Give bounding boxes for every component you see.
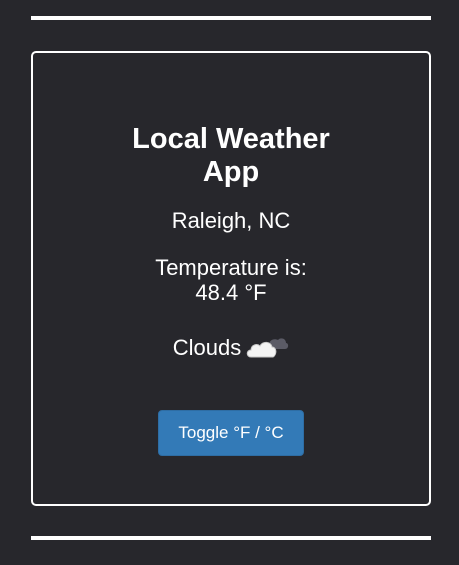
- weather-card: Local Weather App Raleigh, NC Temperatur…: [31, 51, 431, 506]
- top-divider: [31, 16, 431, 20]
- app-title: Local Weather App: [33, 123, 429, 189]
- bottom-divider: [31, 536, 431, 540]
- temperature-label: Temperature is:: [155, 255, 307, 280]
- toggle-unit-button[interactable]: Toggle °F / °C: [158, 410, 304, 456]
- app-title-line2: App: [202, 156, 260, 188]
- location-text: Raleigh, NC: [171, 208, 291, 233]
- temperature-value: 48.4 °F: [195, 280, 267, 305]
- condition-text: Clouds: [172, 335, 242, 360]
- app-title-line1: Local Weather: [132, 123, 330, 155]
- condition-row: Clouds: [33, 335, 429, 361]
- cloud-moon-icon: [245, 335, 289, 361]
